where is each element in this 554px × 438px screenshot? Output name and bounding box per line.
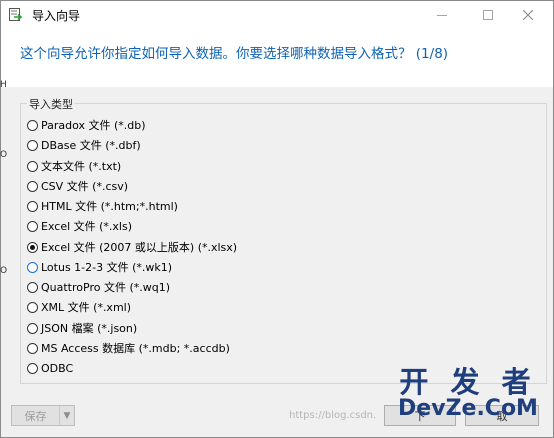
import-type-option-label: JSON 檔案 (*.json) <box>41 322 138 335</box>
radio-unchecked-icon[interactable] <box>27 119 38 131</box>
watermark-logo: 开 发 者 DevZe.CoM <box>393 368 543 428</box>
import-wizard-icon <box>9 8 23 21</box>
import-type-option[interactable]: MS Access 数据库 (*.mdb; *.accdb) <box>27 339 230 357</box>
close-icon <box>523 10 533 20</box>
import-type-option-label: MS Access 数据库 (*.mdb; *.accdb) <box>41 342 230 355</box>
radio-checked-icon[interactable] <box>27 241 38 253</box>
import-type-option-label: 文本文件 (*.txt) <box>41 160 122 173</box>
import-type-option[interactable]: 文本文件 (*.txt) <box>27 157 121 175</box>
watermark-logo-zh: 开 发 者 <box>399 365 537 399</box>
import-type-legend: 导入类型 <box>27 96 75 112</box>
close-button[interactable] <box>506 1 550 29</box>
import-type-option-label: DBase 文件 (*.dbf) <box>41 139 141 152</box>
minimize-button[interactable] <box>420 1 464 29</box>
radio-unchecked-icon[interactable] <box>27 342 38 354</box>
radio-unchecked-icon[interactable] <box>27 362 38 374</box>
import-type-option[interactable]: Lotus 1-2-3 文件 (*.wk1) <box>27 258 172 276</box>
radio-unchecked-icon[interactable] <box>27 160 38 172</box>
import-type-option[interactable]: Excel 文件 (2007 或以上版本) (*.xlsx) <box>27 238 237 256</box>
minimize-icon <box>437 14 447 16</box>
import-type-option[interactable]: ODBC <box>27 359 73 377</box>
radio-unchecked-icon[interactable] <box>27 200 38 212</box>
import-type-option-label: HTML 文件 (*.htm;*.html) <box>41 200 178 213</box>
maximize-icon <box>483 10 493 20</box>
dropdown-arrow-icon[interactable]: ▼ <box>59 406 74 425</box>
import-type-option-label: Paradox 文件 (*.db) <box>41 119 146 132</box>
radio-unchecked-icon[interactable] <box>27 139 38 151</box>
import-wizard-window: 导入向导 这个向导允许你指定如何导入数据。你要选择哪种数据导入格式？ (1/8)… <box>0 0 554 438</box>
import-type-option[interactable]: JSON 檔案 (*.json) <box>27 319 137 337</box>
import-type-option-label: CSV 文件 (*.csv) <box>41 180 129 193</box>
background-fragment: H <box>0 80 7 90</box>
import-type-option[interactable]: Paradox 文件 (*.db) <box>27 116 146 134</box>
background-fragment: O <box>0 266 8 276</box>
background-fragment: O <box>0 150 8 160</box>
import-type-option[interactable]: Excel 文件 (*.xls) <box>27 217 132 235</box>
import-type-option[interactable]: HTML 文件 (*.htm;*.html) <box>27 197 178 215</box>
import-type-option[interactable]: CSV 文件 (*.csv) <box>27 177 128 195</box>
radio-unchecked-icon[interactable] <box>27 180 38 192</box>
radio-unchecked-icon[interactable] <box>27 322 38 334</box>
save-button[interactable]: 保存 ▼ <box>11 405 75 426</box>
title-bar: 导入向导 <box>1 1 553 29</box>
import-type-option-label: Lotus 1-2-3 文件 (*.wk1) <box>41 261 173 274</box>
wizard-heading: 这个向导允许你指定如何导入数据。你要选择哪种数据导入格式？ (1/8) <box>20 46 449 62</box>
window-title: 导入向导 <box>32 9 81 23</box>
import-type-option[interactable]: DBase 文件 (*.dbf) <box>27 136 141 154</box>
save-label: 保存 <box>24 409 47 423</box>
import-type-option-label: Excel 文件 (*.xls) <box>41 220 133 233</box>
import-type-option[interactable]: QuattroPro 文件 (*.wq1) <box>27 278 170 296</box>
import-type-option-label: QuattroPro 文件 (*.wq1) <box>41 281 171 294</box>
radio-unchecked-icon[interactable] <box>27 281 38 293</box>
watermark-logo-en: DevZe.CoM <box>398 396 538 421</box>
import-type-option-label: ODBC <box>41 361 74 375</box>
radio-unchecked-icon[interactable] <box>27 220 38 232</box>
radio-unchecked-icon[interactable] <box>27 261 38 273</box>
import-type-option-label: XML 文件 (*.xml) <box>41 301 132 314</box>
watermark-url: https://blog.csdn. <box>289 410 377 421</box>
import-type-option[interactable]: XML 文件 (*.xml) <box>27 298 131 316</box>
radio-unchecked-icon[interactable] <box>27 301 38 313</box>
maximize-button[interactable] <box>466 1 510 29</box>
import-type-option-label: Excel 文件 (2007 或以上版本) (*.xlsx) <box>41 241 238 254</box>
